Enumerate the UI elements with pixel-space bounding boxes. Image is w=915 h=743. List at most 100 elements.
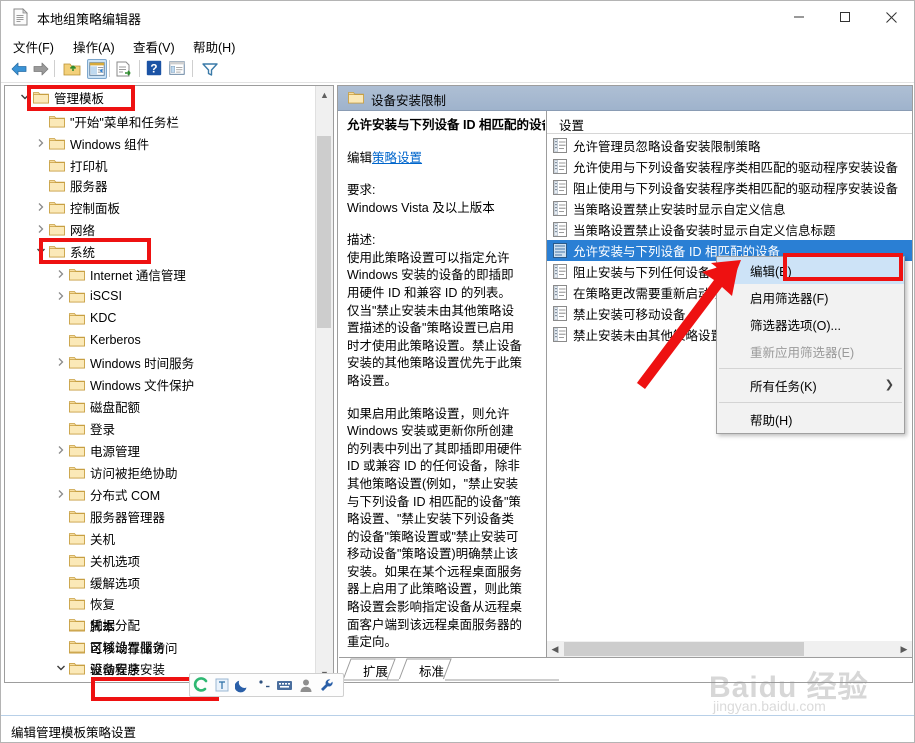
tree-node[interactable]: Windows 时间服务 [5, 351, 317, 373]
properties-icon[interactable] [168, 59, 188, 79]
ime-keyboard-icon[interactable] [274, 675, 295, 695]
policy-description-pane[interactable]: 允许安装与下列设备 ID 相匹配的设备 编辑策略设置 要求: Windows V… [339, 111, 545, 657]
toolbar-separator [54, 60, 55, 77]
watermark-sub: jingyan.baidu.com [713, 698, 826, 714]
tree-node[interactable]: Windows 文件保护 [5, 373, 317, 395]
list-horizontal-scrollbar[interactable]: ◀ ▶ [547, 641, 912, 657]
tree-node[interactable]: Internet 通信管理 [5, 263, 317, 285]
hscroll-thumb[interactable] [564, 642, 804, 656]
policy-setting-icon [553, 222, 567, 237]
ime-punctuation-icon[interactable] [253, 675, 274, 695]
context-menu-separator [719, 402, 902, 403]
policy-setting-link[interactable]: 策略设置 [372, 151, 422, 165]
close-button[interactable] [868, 1, 914, 33]
tree-node[interactable]: Kerberos [5, 329, 317, 351]
ime-floating-toolbar[interactable] [189, 673, 344, 697]
tree-node[interactable]: 凭据分配 [5, 613, 317, 635]
folder-icon [49, 114, 65, 128]
export-list-icon[interactable] [114, 59, 134, 79]
hscroll-right-icon[interactable]: ▶ [896, 641, 912, 657]
tree-node[interactable]: iSCSI [5, 285, 317, 307]
tree-node[interactable]: 服务器管理器 [5, 505, 317, 527]
tree-vertical-scrollbar[interactable]: ▲ ▼ [315, 86, 333, 682]
tree-node[interactable]: 服务器 [5, 174, 317, 196]
tree-node[interactable]: 恢复 [5, 592, 317, 614]
settings-list-item[interactable]: 当策略设置禁止设备安装时显示自定义信息标题 [547, 219, 912, 240]
policy-setting-icon [553, 201, 567, 216]
tree-node[interactable]: 访问被拒绝协助 [5, 461, 317, 483]
tree-node-label: 服务器 [70, 179, 108, 194]
forward-icon[interactable] [31, 59, 51, 79]
chevron-right-icon[interactable] [53, 354, 69, 370]
show-tree-icon[interactable] [87, 59, 107, 79]
chevron-right-icon[interactable] [33, 199, 49, 215]
tree-node[interactable]: 电源管理 [5, 439, 317, 461]
tree-node[interactable]: 区域设置服务 [5, 635, 317, 657]
settings-list-item[interactable]: 允许使用与下列设备安装程序类相匹配的驱动程序安装设备 [547, 156, 912, 177]
tree-node-label: 网络 [70, 223, 96, 238]
settings-list-item[interactable]: 当策略设置禁止安装时显示自定义信息 [547, 198, 912, 219]
scroll-up-icon[interactable]: ▲ [316, 86, 333, 103]
chevron-right-icon[interactable] [53, 266, 69, 282]
tree-node[interactable]: 网络 [5, 218, 317, 240]
toolbar-separator [109, 60, 110, 77]
folder-icon [69, 596, 85, 610]
folder-icon [69, 639, 85, 653]
settings-list-item[interactable]: 允许管理员忽略设备安装限制策略 [547, 135, 912, 156]
tree-node[interactable]: 缓解选项 [5, 571, 317, 593]
tree-node[interactable]: 磁盘配额 [5, 395, 317, 417]
tab-extended[interactable]: 扩展 [355, 660, 396, 681]
policy-setting-icon [553, 285, 567, 300]
menu-view[interactable]: 查看(V) [129, 36, 179, 57]
chevron-right-icon[interactable] [53, 288, 69, 304]
help-icon[interactable]: ? [145, 59, 165, 79]
ime-chinese-icon[interactable] [211, 675, 232, 695]
sogou-logo-icon[interactable] [190, 675, 211, 695]
minimize-button[interactable] [776, 1, 822, 33]
tree-scroll-thumb[interactable] [317, 136, 331, 328]
tree-node[interactable]: 控制面板 [5, 196, 317, 218]
policy-setting-icon [553, 138, 567, 153]
chevron-right-icon[interactable] [33, 221, 49, 237]
menu-action[interactable]: 操作(A) [69, 36, 119, 57]
tree-node[interactable]: 打印机 [5, 154, 317, 176]
menu-file[interactable]: 文件(F) [9, 36, 58, 57]
tree-node[interactable]: 关机 [5, 527, 317, 549]
chevron-down-icon[interactable] [53, 660, 69, 676]
maximize-button[interactable] [822, 1, 868, 33]
ime-toolbox-icon[interactable] [316, 675, 337, 695]
chevron-right-icon[interactable] [33, 135, 49, 151]
ime-user-icon[interactable] [295, 675, 316, 695]
tree-node[interactable]: 登录 [5, 417, 317, 439]
settings-list-item-label: 允许使用与下列设备安装程序类相匹配的驱动程序安装设备 [573, 161, 899, 175]
ime-moon-icon[interactable] [232, 675, 253, 695]
tree-node-label: Windows 文件保护 [90, 378, 195, 393]
context-menu-item[interactable]: 帮助(H) [717, 406, 904, 433]
chevron-right-icon[interactable] [53, 486, 69, 502]
tree-node[interactable]: KDC [5, 307, 317, 329]
toolbar-separator [192, 60, 193, 77]
tree-node[interactable]: 分布式 COM [5, 483, 317, 505]
tab-standard[interactable]: 标准 [411, 660, 452, 681]
policy-tree[interactable]: 管理模板 "开始"菜单和任务栏 Windows 组件 打印机 服务器 控制面板 网络 系统 In… [5, 86, 317, 682]
menu-help[interactable]: 帮助(H) [189, 36, 239, 57]
tree-node-label: 关机 [90, 532, 116, 547]
context-menu-item-label: 筛选器选项(O)... [750, 319, 841, 333]
filter-icon[interactable] [200, 59, 220, 79]
tree-node[interactable]: 关机选项 [5, 549, 317, 571]
tree-node[interactable]: Windows 组件 [5, 132, 317, 154]
settings-list-item[interactable]: 阻止使用与下列设备安装程序类相匹配的驱动程序安装设备 [547, 177, 912, 198]
settings-column-header[interactable]: 设置 [547, 111, 912, 134]
tree-node-label: 控制面板 [70, 201, 121, 216]
description-paragraph-1: 使用此策略设置可以指定允许 Windows 安装的设备的即插即用硬件 ID 和兼… [347, 250, 523, 388]
tree-node-label: 关机选项 [90, 554, 141, 569]
tree-node[interactable]: "开始"菜单和任务栏 [5, 110, 317, 132]
hscroll-left-icon[interactable]: ◀ [547, 641, 563, 657]
chevron-right-icon[interactable] [53, 442, 69, 458]
tree-node-label: 恢复 [90, 597, 116, 612]
tree-pane[interactable]: 管理模板 "开始"菜单和任务栏 Windows 组件 打印机 服务器 控制面板 网络 系统 In… [4, 85, 334, 683]
up-folder-icon[interactable] [62, 59, 82, 79]
back-icon[interactable] [9, 59, 29, 79]
